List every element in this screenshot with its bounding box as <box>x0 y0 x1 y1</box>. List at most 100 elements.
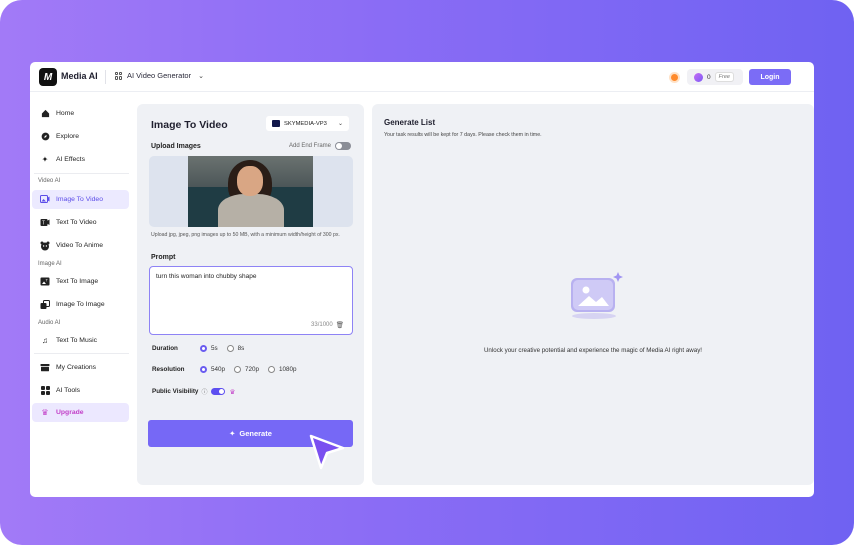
sidebar-item-image-to-image[interactable]: Image To Image <box>32 295 129 314</box>
section-audio-ai: Audio AI <box>38 320 61 326</box>
sidebar-item-label: Explore <box>56 133 80 140</box>
model-logo-icon <box>272 120 280 127</box>
radio-label: 5s <box>211 345 218 352</box>
text-video-icon: T <box>40 218 50 228</box>
sidebar-item-explore[interactable]: Explore <box>32 127 129 146</box>
app-window: M Media AI AI Video Generator ⌄ 0 Free L… <box>30 62 814 497</box>
chevron-down-icon: ⌄ <box>198 72 204 80</box>
credits-badge[interactable]: 0 Free <box>687 69 743 85</box>
prompt-textarea[interactable]: turn this woman into chubby shape 33/100… <box>149 266 353 335</box>
sidebar-item-label: AI Tools <box>56 387 81 394</box>
grid-icon <box>40 386 50 396</box>
prompt-text: turn this woman into chubby shape <box>156 273 257 280</box>
visibility-row: Public Visibility ⓘ ♛ <box>152 387 235 396</box>
public-visibility-label: Public Visibility <box>152 388 199 395</box>
sidebar-item-home[interactable]: Home <box>32 104 129 123</box>
generate-list-subtitle: Your task results will be kept for 7 day… <box>384 132 542 138</box>
model-select-value: SKYMEDIA-VP3 <box>284 120 327 127</box>
text-image-icon: T <box>40 277 50 287</box>
sidebar-item-label: AI Effects <box>56 156 85 163</box>
sidebar: Home Explore ✦ AI Effects Video AI Image… <box>30 92 134 497</box>
radio-label: 540p <box>211 366 226 373</box>
empty-state-message: Unlock your creative potential and exper… <box>483 347 703 354</box>
resolution-option-540p[interactable]: 540p <box>200 366 225 373</box>
sidebar-item-label: Text To Music <box>56 337 98 344</box>
generate-list-panel: Generate List Your task results will be … <box>372 104 814 485</box>
sidebar-item-label: Video To Anime <box>56 242 103 249</box>
upload-images-label: Upload Images <box>151 143 201 150</box>
crown-icon: ♛ <box>229 388 236 396</box>
sidebar-divider <box>34 353 129 354</box>
credits-count: 0 <box>707 73 711 81</box>
image-to-video-panel: Image To Video SKYMEDIA-VP3 ⌄ Upload Ima… <box>137 104 364 485</box>
sparkles-icon: ✦ <box>229 429 236 438</box>
uploaded-image-preview <box>188 156 313 227</box>
upload-dropzone[interactable] <box>149 156 353 227</box>
radio-icon <box>234 366 242 373</box>
empty-image-icon <box>571 272 623 319</box>
sidebar-divider <box>34 173 129 174</box>
music-icon: ♫ <box>42 336 48 345</box>
sidebar-item-upgrade[interactable]: ♛ Upgrade <box>32 403 129 422</box>
add-end-frame-label: Add End Frame <box>289 143 332 149</box>
duration-option-5s[interactable]: 5s <box>200 345 218 352</box>
duration-option-8s[interactable]: 8s <box>226 345 245 352</box>
sidebar-item-video-to-anime[interactable]: Video To Anime <box>32 236 129 255</box>
sidebar-item-label: My Creations <box>56 364 97 371</box>
notification-dot-icon[interactable] <box>671 74 678 81</box>
grid-icon <box>115 71 123 80</box>
section-video-ai: Video AI <box>38 178 61 184</box>
model-select[interactable]: SKYMEDIA-VP3 ⌄ <box>266 116 349 131</box>
radio-icon <box>226 345 234 352</box>
brand-name[interactable]: Media AI <box>61 71 98 81</box>
login-button[interactable]: Login <box>749 69 791 85</box>
radio-label: 1080p <box>279 366 297 373</box>
chevron-down-icon: ⌄ <box>337 121 343 127</box>
sidebar-item-ai-effects[interactable]: ✦ AI Effects <box>32 150 129 169</box>
prompt-label: Prompt <box>151 254 176 261</box>
free-badge: Free <box>714 72 734 82</box>
radio-selected-icon <box>200 345 207 352</box>
resolution-row: Resolution 540p 720p 1080p <box>152 366 306 373</box>
duration-row: Duration 5s 8s <box>152 345 253 352</box>
resolution-option-720p[interactable]: 720p <box>234 366 259 373</box>
sidebar-item-text-to-music[interactable]: ♫ Text To Music <box>32 331 129 350</box>
generate-button-label: Generate <box>239 429 272 438</box>
sidebar-item-label: Image To Image <box>56 301 105 308</box>
prompt-counter-value: 33/1000 <box>311 322 333 328</box>
sidebar-item-label: Home <box>56 110 75 117</box>
product-dropdown[interactable]: AI Video Generator ⌄ <box>115 71 204 80</box>
coin-icon <box>694 72 703 82</box>
panel-title: Image To Video <box>151 119 228 131</box>
trash-icon[interactable]: 🗑 <box>336 321 344 329</box>
background-canvas: M Media AI AI Video Generator ⌄ 0 Free L… <box>0 0 854 545</box>
radio-label: 8s <box>237 345 245 352</box>
sparkles-icon: ✦ <box>41 155 49 164</box>
sidebar-item-image-to-video[interactable]: Image To Video <box>32 190 129 209</box>
pointer-cursor-icon <box>309 434 345 470</box>
radio-selected-icon <box>200 366 207 373</box>
top-header: M Media AI AI Video Generator ⌄ 0 Free L… <box>30 62 814 92</box>
duration-label: Duration <box>152 345 178 352</box>
end-frame-toggle[interactable] <box>335 142 352 150</box>
generate-list-title: Generate List <box>384 118 436 127</box>
prompt-counter: 33/1000 🗑 <box>311 321 344 329</box>
image-video-icon <box>40 195 50 205</box>
image-image-icon <box>40 299 50 310</box>
sidebar-item-label: Image To Video <box>56 196 103 203</box>
sidebar-item-ai-tools[interactable]: AI Tools <box>32 381 129 400</box>
section-image-ai: Image AI <box>38 261 62 267</box>
help-icon[interactable]: ⓘ <box>201 387 207 396</box>
add-end-frame-control[interactable]: Add End Frame <box>289 142 352 150</box>
sidebar-item-text-to-image[interactable]: T Text To Image <box>32 272 129 291</box>
resolution-option-1080p[interactable]: 1080p <box>268 366 297 373</box>
public-visibility-toggle[interactable] <box>211 388 226 395</box>
sidebar-item-text-to-video[interactable]: T Text To Video <box>32 213 129 232</box>
sidebar-item-label: Upgrade <box>56 409 84 416</box>
folder-icon <box>40 363 50 373</box>
svg-text:T: T <box>42 221 45 227</box>
sidebar-item-my-creations[interactable]: My Creations <box>32 358 129 377</box>
logo-icon[interactable]: M <box>39 68 57 86</box>
product-dropdown-label: AI Video Generator <box>127 71 192 80</box>
resolution-label: Resolution <box>152 366 185 373</box>
